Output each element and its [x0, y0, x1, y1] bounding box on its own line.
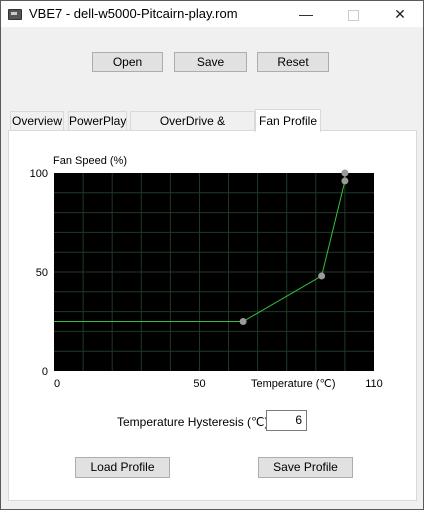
fan-curve-point: [341, 169, 349, 177]
load-profile-button[interactable]: Load Profile: [75, 457, 170, 478]
hysteresis-label: Temperature Hysteresis (℃): [117, 415, 269, 429]
fan-curve-point: [239, 318, 247, 325]
y-tick-label: 100: [30, 168, 48, 180]
tab-fan-profile[interactable]: Fan Profile: [255, 109, 321, 132]
x-axis-label: Temperature (℃): [251, 378, 336, 390]
fan-curve-point: [318, 272, 326, 280]
y-axis-label: Fan Speed (%): [53, 155, 127, 167]
fan-curve-chart[interactable]: Fan Speed (%) Temperature (℃) 0 50 110 100 5…: [1, 1, 423, 509]
app-window: VBE7 - dell-w5000-Pitcairn-play.rom — ✕ …: [0, 0, 424, 510]
save-profile-button[interactable]: Save Profile: [258, 457, 353, 478]
y-tick-label: 50: [36, 267, 48, 279]
fan-curve-point: [341, 177, 349, 185]
x-tick-label: 0: [54, 378, 60, 390]
x-tick-label: 50: [193, 378, 205, 390]
y-tick-label: 0: [42, 366, 48, 378]
hysteresis-input[interactable]: 6: [266, 410, 307, 431]
x-tick-label: 110: [365, 378, 383, 390]
